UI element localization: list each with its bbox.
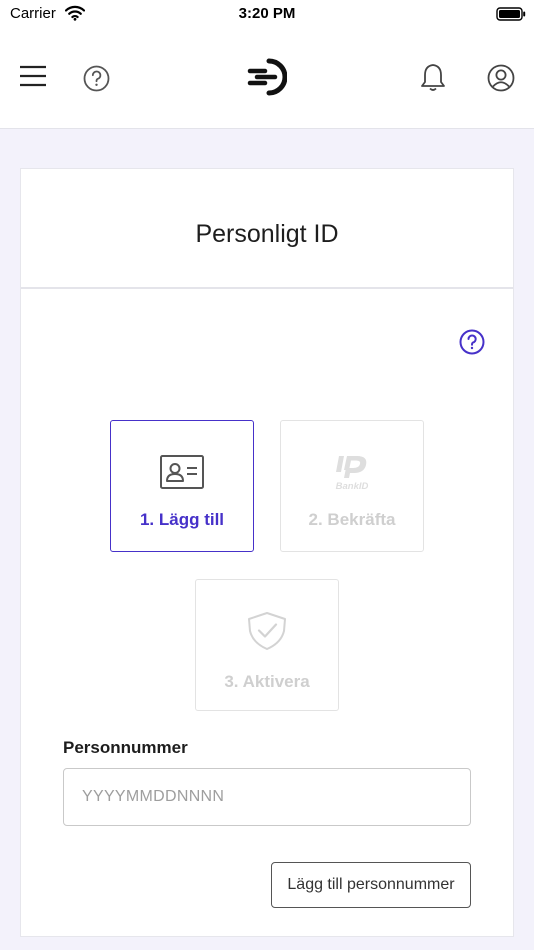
status-bar: Carrier 3:20 PM (0, 0, 534, 28)
help-icon[interactable] (83, 65, 110, 92)
personal-id-card: Personligt ID 1. Lägg till BankID 2. Bek… (20, 168, 514, 937)
step-label: 1. Lägg till (139, 510, 225, 529)
personnummer-input[interactable] (63, 768, 471, 826)
card-header: Personligt ID (21, 169, 513, 289)
step-label: 3. Aktivera (224, 672, 310, 691)
bell-icon[interactable] (420, 63, 446, 92)
battery-icon (496, 7, 526, 21)
step-label: 2. Bekräfta (308, 510, 396, 529)
step-activate[interactable]: 3. Aktivera (195, 579, 339, 711)
help-icon[interactable] (459, 329, 485, 355)
id-card-icon (160, 455, 204, 489)
logo-icon[interactable] (247, 57, 287, 97)
personnummer-label: Personnummer (63, 738, 188, 757)
step-add[interactable]: 1. Lägg till (110, 420, 254, 552)
bankid-logo-text: BankID (336, 481, 369, 492)
clock: 3:20 PM (238, 5, 296, 22)
bankid-icon: BankID (336, 456, 369, 492)
user-icon[interactable] (487, 64, 515, 92)
app-header (0, 28, 534, 129)
shield-check-icon (248, 612, 286, 650)
step-confirm[interactable]: BankID 2. Bekräfta (280, 420, 424, 552)
menu-icon[interactable] (20, 65, 46, 87)
add-personnummer-button[interactable]: Lägg till personnummer (271, 862, 471, 908)
page-title: Personligt ID (195, 220, 339, 248)
